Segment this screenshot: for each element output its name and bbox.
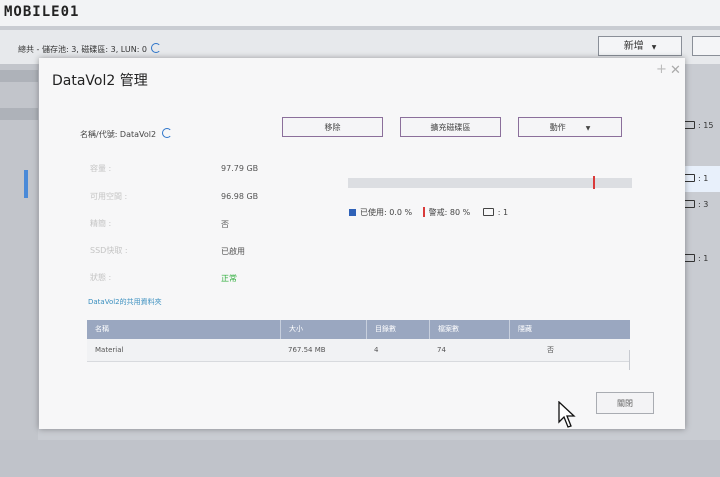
warning-threshold-marker bbox=[593, 176, 595, 189]
table-row[interactable]: Material 767.54 MB 4 74 否 bbox=[87, 339, 630, 362]
table-scrollbar[interactable] bbox=[629, 350, 630, 370]
volume-name: 名稱/代號: DataVol2 bbox=[80, 128, 173, 140]
new-button[interactable]: 新增 ▼ bbox=[598, 36, 682, 56]
table-header: 名稱 大小 目錄數 檔案數 隱藏 bbox=[87, 320, 630, 339]
close-icon[interactable]: ✕ bbox=[670, 63, 681, 78]
expand-volume-button[interactable]: 擴充磁碟區 bbox=[400, 117, 501, 137]
remove-button[interactable]: 移除 bbox=[282, 117, 383, 137]
background-list-item[interactable]: : 1 bbox=[684, 251, 720, 267]
background-row bbox=[0, 108, 38, 120]
chevron-down-icon: ▼ bbox=[585, 125, 591, 132]
thin-label: 精簡 : bbox=[90, 219, 112, 228]
column-header-dirs[interactable]: 目錄數 bbox=[366, 320, 429, 339]
snapshot-icon bbox=[684, 121, 695, 129]
background-footer bbox=[0, 440, 720, 477]
ssd-cache-label: SSD快取 : bbox=[90, 246, 128, 255]
snapshot-count: 1 bbox=[503, 208, 509, 217]
action-dropdown-label: 動作 bbox=[549, 123, 566, 132]
background-row bbox=[0, 70, 38, 82]
column-header-name[interactable]: 名稱 bbox=[87, 320, 280, 339]
column-header-hidden[interactable]: 隱藏 bbox=[509, 320, 630, 339]
snapshot-icon bbox=[684, 200, 695, 208]
watermark-bar: MOBILE01 bbox=[0, 0, 720, 26]
warning-label: 警戒: 80 % bbox=[428, 208, 471, 217]
rename-icon[interactable] bbox=[162, 128, 173, 138]
storage-summary-text: 總共 - 儲存池: 3, 磁碟區: 3, LUN: 0 bbox=[18, 45, 148, 54]
ssd-cache-value: 已啟用 bbox=[221, 247, 245, 256]
cell-name: Material bbox=[95, 346, 124, 354]
status-value: 正常 bbox=[221, 274, 237, 283]
snapshot-icon bbox=[684, 174, 695, 182]
free-space-label: 可用空間 : bbox=[90, 192, 128, 201]
manage-dialog bbox=[39, 58, 685, 429]
capacity-label: 容量 : bbox=[90, 164, 112, 173]
dialog-title: DataVol2 管理 bbox=[52, 73, 148, 89]
snapshot-count: 1 bbox=[703, 174, 709, 183]
snapshot-icon bbox=[684, 254, 695, 262]
used-swatch-icon bbox=[349, 209, 356, 216]
used-label: 已使用: 0.0 % bbox=[360, 208, 413, 217]
snapshot-icon bbox=[482, 208, 494, 216]
background-selected-indicator bbox=[24, 170, 28, 198]
storage-summary: 總共 - 儲存池: 3, 磁碟區: 3, LUN: 0 bbox=[18, 43, 162, 55]
status-label: 狀態 : bbox=[90, 273, 112, 282]
cell-size: 767.54 MB bbox=[288, 346, 326, 354]
snapshot-count: 1 bbox=[703, 254, 709, 263]
cell-files: 74 bbox=[437, 346, 446, 354]
column-header-files[interactable]: 檔案數 bbox=[429, 320, 509, 339]
warning-swatch-icon bbox=[422, 207, 425, 217]
watermark-logo: MOBILE01 bbox=[4, 4, 80, 20]
volume-name-text: 名稱/代號: DataVol2 bbox=[80, 130, 157, 139]
action-dropdown[interactable]: 動作 ▼ bbox=[518, 117, 622, 137]
snapshot-count: 15 bbox=[703, 121, 714, 130]
usage-legend: 已使用: 0.0 % 警戒: 80 % : 1 bbox=[349, 207, 508, 218]
background-list-item[interactable]: : 3 bbox=[684, 197, 720, 213]
free-space-value: 96.98 GB bbox=[221, 192, 259, 201]
usage-bar bbox=[348, 178, 632, 188]
chevron-down-icon: ▼ bbox=[651, 44, 657, 51]
column-header-size[interactable]: 大小 bbox=[280, 320, 366, 339]
close-button[interactable]: 關閉 bbox=[596, 392, 654, 414]
cell-dirs: 4 bbox=[374, 346, 379, 354]
cell-hidden: 否 bbox=[547, 346, 554, 354]
snapshot-count: 3 bbox=[703, 200, 709, 209]
mouse-cursor-icon bbox=[558, 401, 576, 428]
new-button-label: 新增 bbox=[623, 41, 644, 52]
shared-folders-title: DataVol2的共用資料夾 bbox=[88, 298, 162, 306]
toolbar-button[interactable] bbox=[692, 36, 720, 56]
maximize-icon[interactable]: + bbox=[656, 62, 667, 77]
background-sidebar bbox=[0, 64, 38, 464]
capacity-value: 97.79 GB bbox=[221, 164, 259, 173]
refresh-icon[interactable] bbox=[151, 43, 162, 53]
background-list-item[interactable]: : 1 bbox=[684, 171, 720, 187]
background-list-item[interactable]: : 15 bbox=[684, 118, 720, 134]
thin-value: 否 bbox=[221, 220, 229, 229]
